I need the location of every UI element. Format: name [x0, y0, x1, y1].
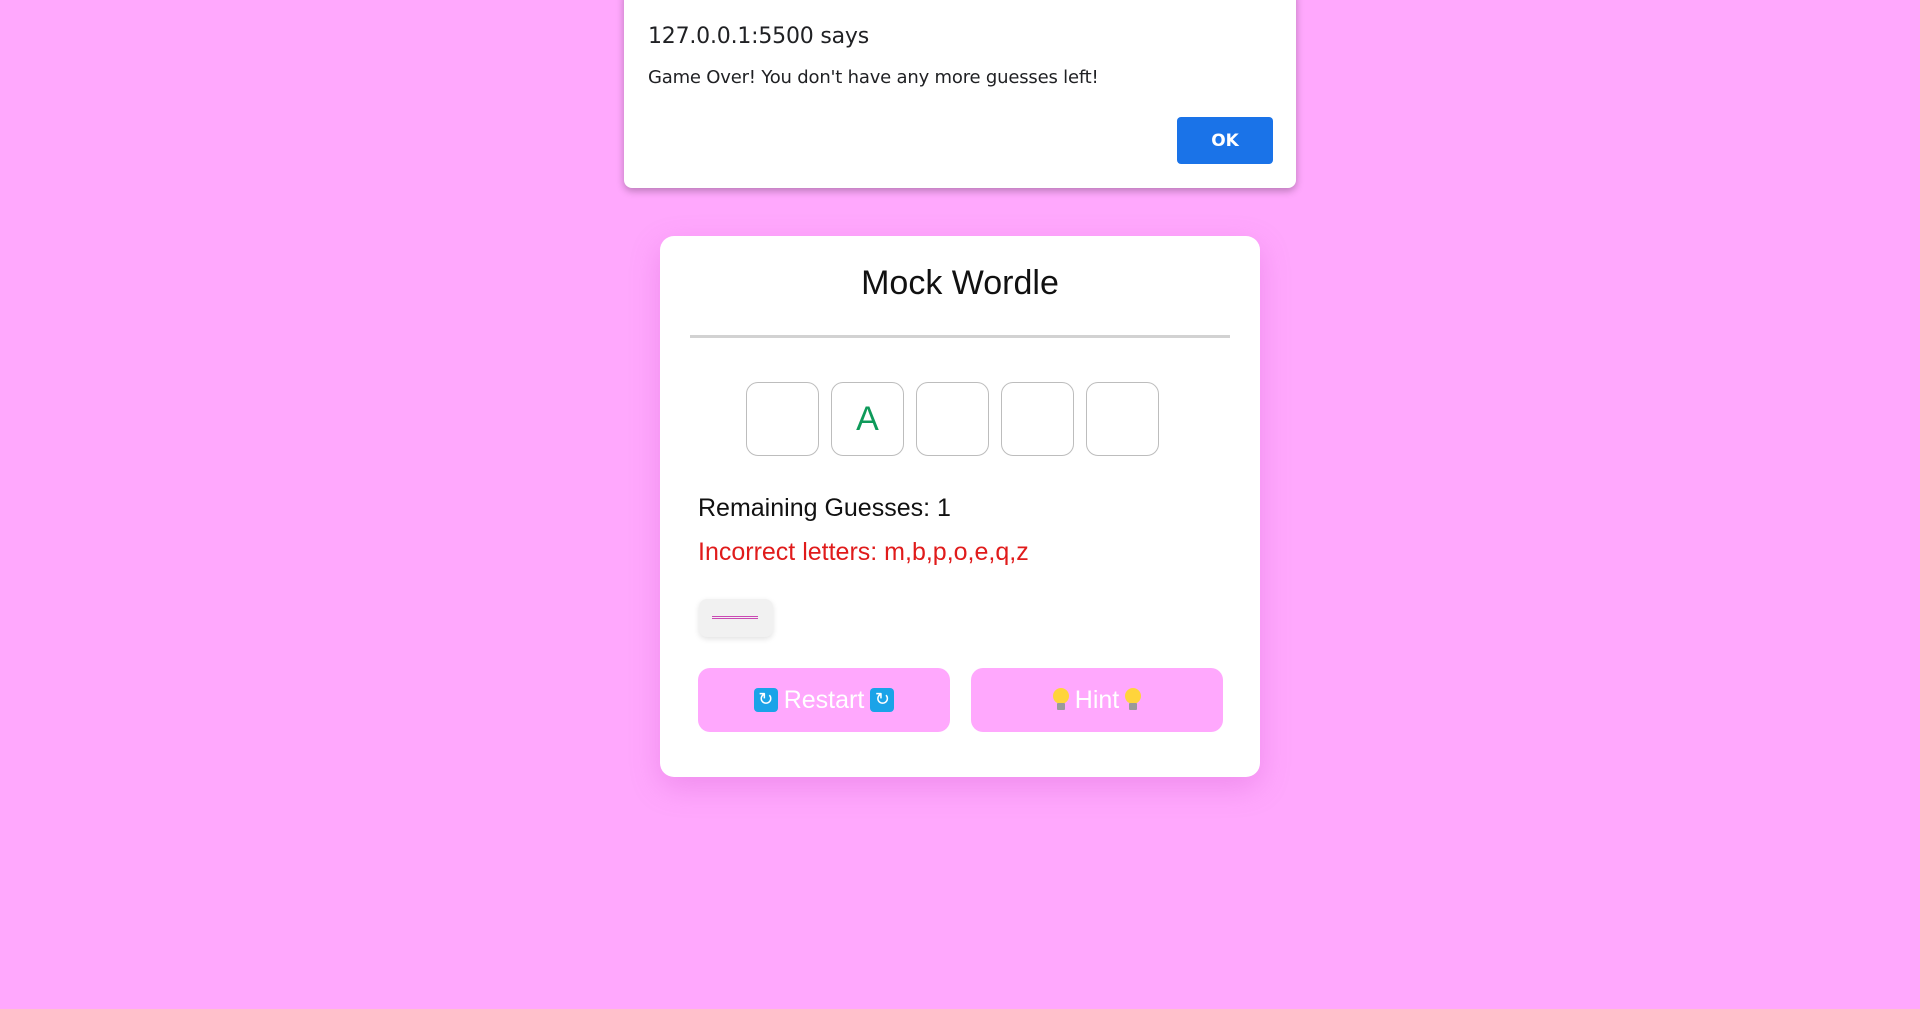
title-divider	[690, 335, 1230, 338]
letter-tile: A	[831, 382, 904, 456]
alert-message: Game Over! You don't have any more guess…	[648, 67, 1099, 88]
restart-icon: ↻	[870, 688, 895, 712]
restart-icon: ↻	[753, 688, 778, 712]
letter-tile	[746, 382, 819, 456]
letter-tile	[1001, 382, 1074, 456]
restart-label: Restart	[783, 685, 865, 714]
alert-dialog: 127.0.0.1:5500 says Game Over! You don't…	[624, 0, 1296, 188]
letter-tile	[916, 382, 989, 456]
light-bulb-icon	[1052, 688, 1069, 712]
hint-label: Hint	[1074, 685, 1120, 714]
alert-origin: 127.0.0.1:5500 says	[648, 24, 869, 49]
game-card: Mock Wordle A Remaining Guesses: 1 Incor…	[660, 236, 1260, 777]
guess-input-underline	[712, 616, 758, 619]
remaining-guesses: Remaining Guesses: 1	[698, 494, 951, 522]
letter-tiles: A	[746, 382, 1159, 456]
hint-button[interactable]: Hint	[971, 668, 1223, 732]
restart-button[interactable]: ↻ Restart ↻	[698, 668, 950, 732]
page-title: Mock Wordle	[861, 264, 1059, 302]
light-bulb-icon	[1125, 688, 1142, 712]
letter-tile	[1086, 382, 1159, 456]
incorrect-letters: Incorrect letters: m,b,p,o,e,q,z	[698, 538, 1029, 566]
ok-button[interactable]: OK	[1177, 117, 1273, 164]
